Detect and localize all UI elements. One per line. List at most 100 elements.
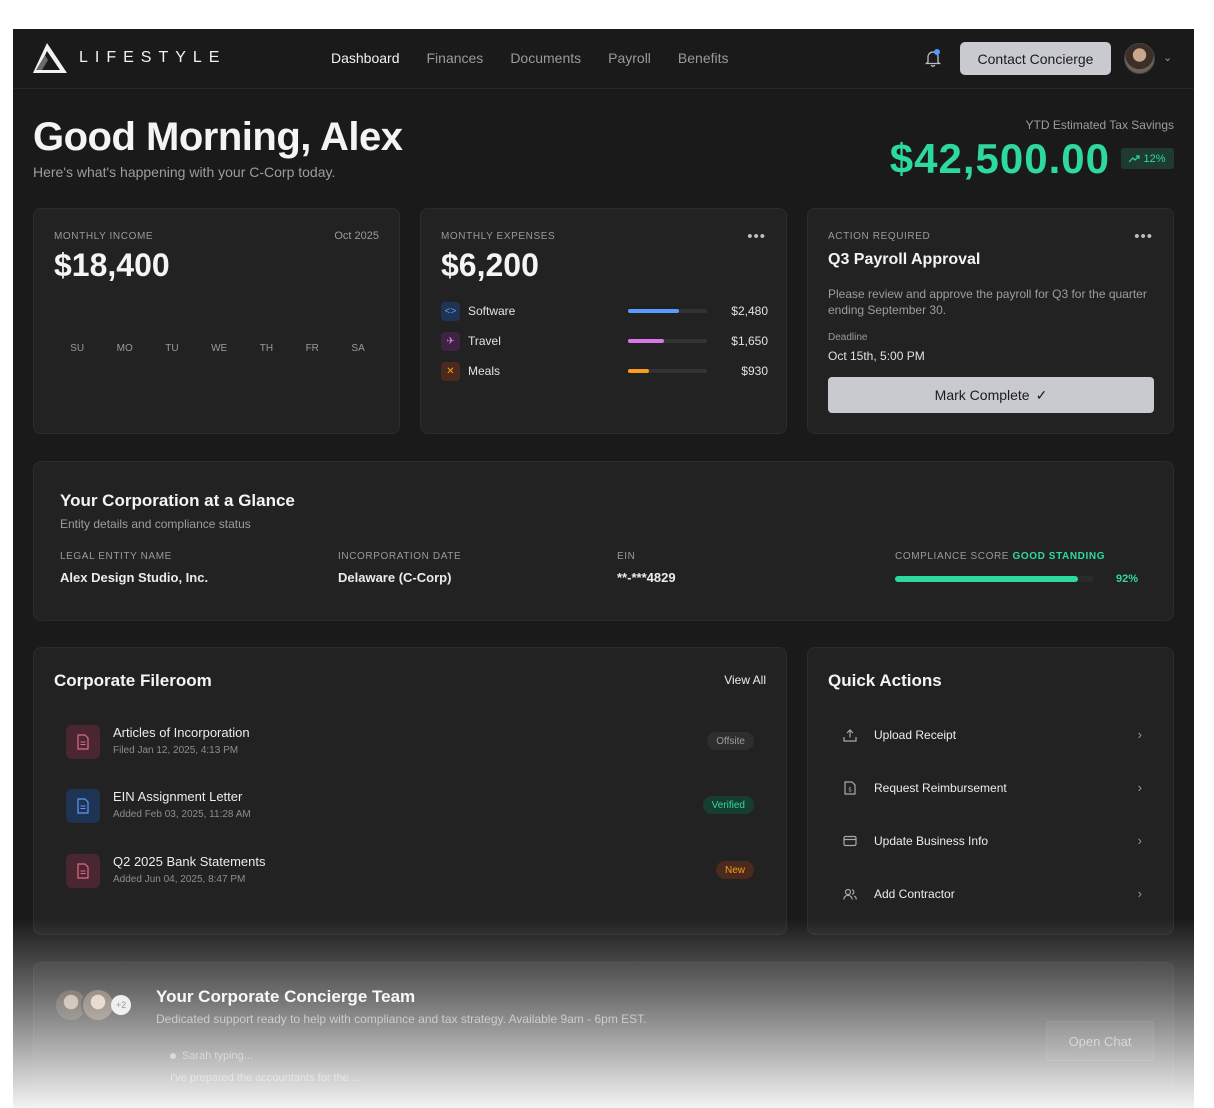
field-label: EIN [617, 551, 636, 562]
expense-row-software: <> Software $2,480 [441, 301, 768, 321]
action-required-card: ACTION REQUIRED ••• Q3 Payroll Approval … [807, 208, 1174, 434]
action-description: Please review and approve the payroll fo… [828, 287, 1147, 317]
card-icon [842, 833, 858, 849]
quick-action-label: Add Contractor [874, 887, 955, 901]
notification-dot [934, 49, 940, 55]
weekday-label: WE [211, 343, 228, 354]
action-title: Q3 Payroll Approval [828, 251, 981, 268]
expense-value: $930 [741, 364, 768, 378]
more-options-icon[interactable]: ••• [747, 228, 766, 245]
compliance-score-label: COMPLIANCE SCORE [895, 551, 1010, 562]
legal-entity-field: LEGAL ENTITY NAME Alex Design Studio, In… [60, 551, 208, 585]
top-navigation-bar: LIFESTYLE Dashboard Finances Documents P… [13, 29, 1194, 89]
avatar [81, 988, 115, 1022]
file-meta: Added Jun 04, 2025, 8:47 PM [113, 874, 246, 885]
chevron-right-icon: › [1137, 833, 1142, 848]
weekday-label: SA [351, 343, 365, 354]
page-subtitle: Here's what's happening with your C-Corp… [33, 164, 336, 180]
income-label: MONTHLY INCOME [54, 231, 154, 242]
corporate-fileroom-card: Corporate Fileroom View All Articles of … [33, 647, 787, 935]
brand-name: LIFESTYLE [79, 49, 227, 66]
nav-dashboard[interactable]: Dashboard [331, 50, 400, 66]
corporation-glance-card: Your Corporation at a Glance Entity deta… [33, 461, 1174, 621]
weekday-label: TH [259, 343, 274, 354]
action-label: ACTION REQUIRED [828, 231, 931, 242]
deadline-value: Oct 15th, 5:00 PM [828, 349, 925, 363]
deadline-label: Deadline [828, 332, 868, 343]
mark-complete-label: Mark Complete [934, 387, 1030, 403]
expenses-amount: $6,200 [441, 247, 539, 283]
expense-name: Meals [468, 364, 501, 378]
view-all-link[interactable]: View All [724, 673, 766, 687]
brand-logo[interactable]: LIFESTYLE [33, 43, 226, 73]
expense-name: Travel [468, 334, 501, 348]
quick-actions-title: Quick Actions [828, 671, 942, 690]
upload-icon [842, 727, 858, 743]
document-icon [66, 789, 100, 823]
user-avatar[interactable] [1124, 43, 1155, 74]
file-row[interactable]: Articles of Incorporation Filed Jan 12, … [66, 724, 754, 760]
nav-payroll[interactable]: Payroll [608, 50, 651, 66]
status-badge: Offsite [707, 732, 754, 750]
open-chat-button[interactable]: Open Chat [1046, 1021, 1154, 1061]
typing-text: Sarah typing... [182, 1050, 253, 1062]
field-label: LEGAL ENTITY NAME [60, 551, 172, 562]
trend-up-icon [1129, 154, 1141, 162]
nav-benefits[interactable]: Benefits [678, 50, 729, 66]
income-amount: $18,400 [54, 247, 170, 283]
chevron-down-icon[interactable]: ⌄ [1163, 51, 1172, 64]
document-icon: $ [842, 780, 858, 796]
monthly-income-card: MONTHLY INCOME Oct 2025 $18,400 SU MO TU… [33, 208, 400, 434]
mark-complete-button[interactable]: Mark Complete ✓ [828, 377, 1154, 413]
page-title: Good Morning, Alex [33, 115, 403, 159]
ytd-change-badge: 12% [1121, 148, 1174, 169]
income-period: Oct 2025 [334, 230, 379, 242]
glance-title: Your Corporation at a Glance [60, 491, 295, 510]
incorporation-date-field: INCORPORATION DATE Delaware (C-Corp) [338, 551, 461, 585]
nav-finances[interactable]: Finances [427, 50, 484, 66]
weekday-label: TU [165, 343, 179, 354]
expense-bar [628, 339, 707, 343]
team-title: Your Corporate Concierge Team [156, 987, 416, 1006]
field-label: COMPLIANCE SCORE GOOD STANDING [895, 551, 1105, 562]
more-options-icon[interactable]: ••• [1134, 228, 1153, 245]
compliance-progress-fill [895, 576, 1079, 582]
document-icon [66, 854, 100, 888]
document-icon [66, 725, 100, 759]
weekday-label: FR [305, 343, 319, 354]
compliance-score-field: COMPLIANCE SCORE GOOD STANDING [895, 551, 1105, 562]
quick-action-upload-receipt[interactable]: Upload Receipt › [842, 725, 1142, 745]
status-badge: New [715, 861, 754, 879]
logo-mark-icon [33, 43, 67, 73]
quick-actions-card: Quick Actions Upload Receipt › $ Request… [807, 647, 1174, 935]
quick-action-add-contractor[interactable]: Add Contractor › [842, 884, 1142, 904]
expense-name: Software [468, 304, 516, 318]
quick-action-request-reimbursement[interactable]: $ Request Reimbursement › [842, 778, 1142, 798]
quick-action-update-business-info[interactable]: Update Business Info › [842, 831, 1142, 851]
weekday-labels: SU MO TU WE TH FR SA [54, 343, 381, 354]
checkmark-icon: ✓ [1035, 386, 1048, 403]
code-icon: <> [441, 301, 460, 321]
ytd-change-value: 12% [1143, 152, 1166, 165]
concierge-team-card: +2 Your Corporate Concierge Team Dedicat… [33, 962, 1174, 1108]
compliance-score-value: 92% [1116, 573, 1139, 585]
file-meta: Added Feb 03, 2025, 11:28 AM [113, 809, 251, 820]
status-badge: Verified [702, 796, 754, 814]
contact-concierge-button[interactable]: Contact Concierge [960, 42, 1111, 75]
file-row[interactable]: Q2 2025 Bank Statements Added Jun 04, 20… [66, 853, 754, 889]
expense-value: $1,650 [731, 334, 768, 348]
file-row[interactable]: EIN Assignment Letter Added Feb 03, 2025… [66, 788, 754, 824]
weekday-label: MO [116, 343, 133, 354]
expense-row-travel: ✈ Travel $1,650 [441, 331, 768, 351]
expense-value: $2,480 [731, 304, 768, 318]
field-value: Alex Design Studio, Inc. [60, 570, 209, 585]
expenses-label: MONTHLY EXPENSES [441, 231, 556, 242]
chevron-right-icon: › [1137, 727, 1142, 742]
app-window: LIFESTYLE Dashboard Finances Documents P… [13, 29, 1194, 1108]
chevron-right-icon: › [1137, 886, 1142, 901]
svg-text:$: $ [848, 787, 852, 794]
field-value: Delaware (C-Corp) [338, 570, 452, 585]
nav-documents[interactable]: Documents [510, 50, 581, 66]
field-value: **-***4829 [617, 570, 676, 585]
file-name: EIN Assignment Letter [113, 789, 243, 804]
